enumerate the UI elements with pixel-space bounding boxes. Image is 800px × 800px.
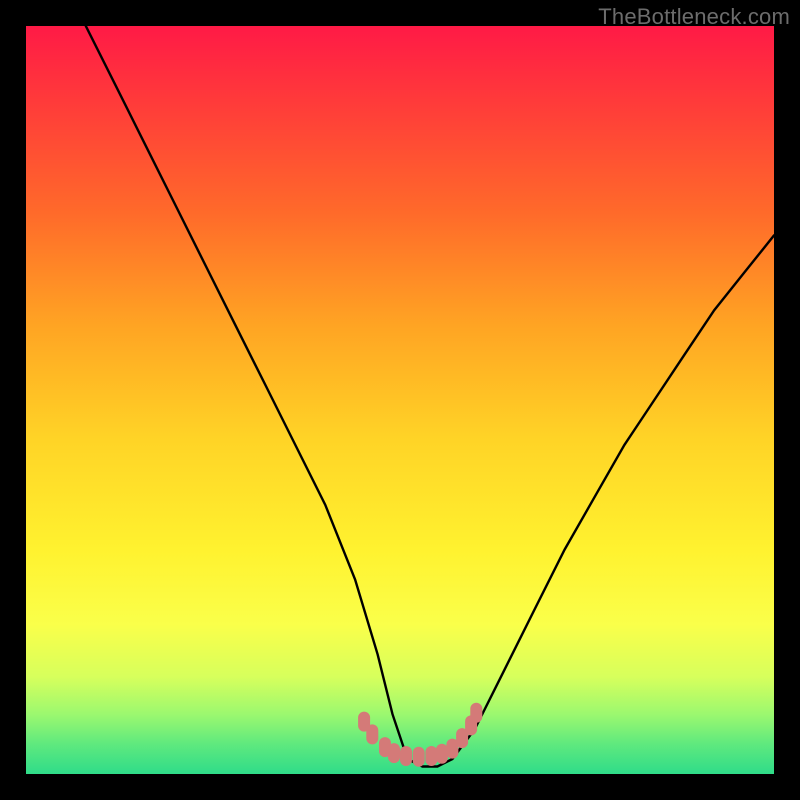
curve-marker xyxy=(366,724,378,744)
curve-marker xyxy=(358,712,370,732)
marker-group xyxy=(358,703,482,767)
curve-marker xyxy=(436,744,448,764)
curve-marker xyxy=(470,703,482,723)
chart-plot-area xyxy=(26,26,774,774)
bottleneck-curve xyxy=(86,26,774,767)
curve-marker xyxy=(379,737,391,757)
watermark-text: TheBottleneck.com xyxy=(598,4,790,30)
curve-marker xyxy=(413,747,425,767)
chart-frame: TheBottleneck.com xyxy=(0,0,800,800)
curve-marker xyxy=(425,746,437,766)
curve-marker xyxy=(388,743,400,763)
curve-marker xyxy=(446,739,458,759)
curve-marker xyxy=(456,728,468,748)
curve-marker xyxy=(400,746,412,766)
curve-marker xyxy=(465,715,477,735)
chart-svg xyxy=(26,26,774,774)
